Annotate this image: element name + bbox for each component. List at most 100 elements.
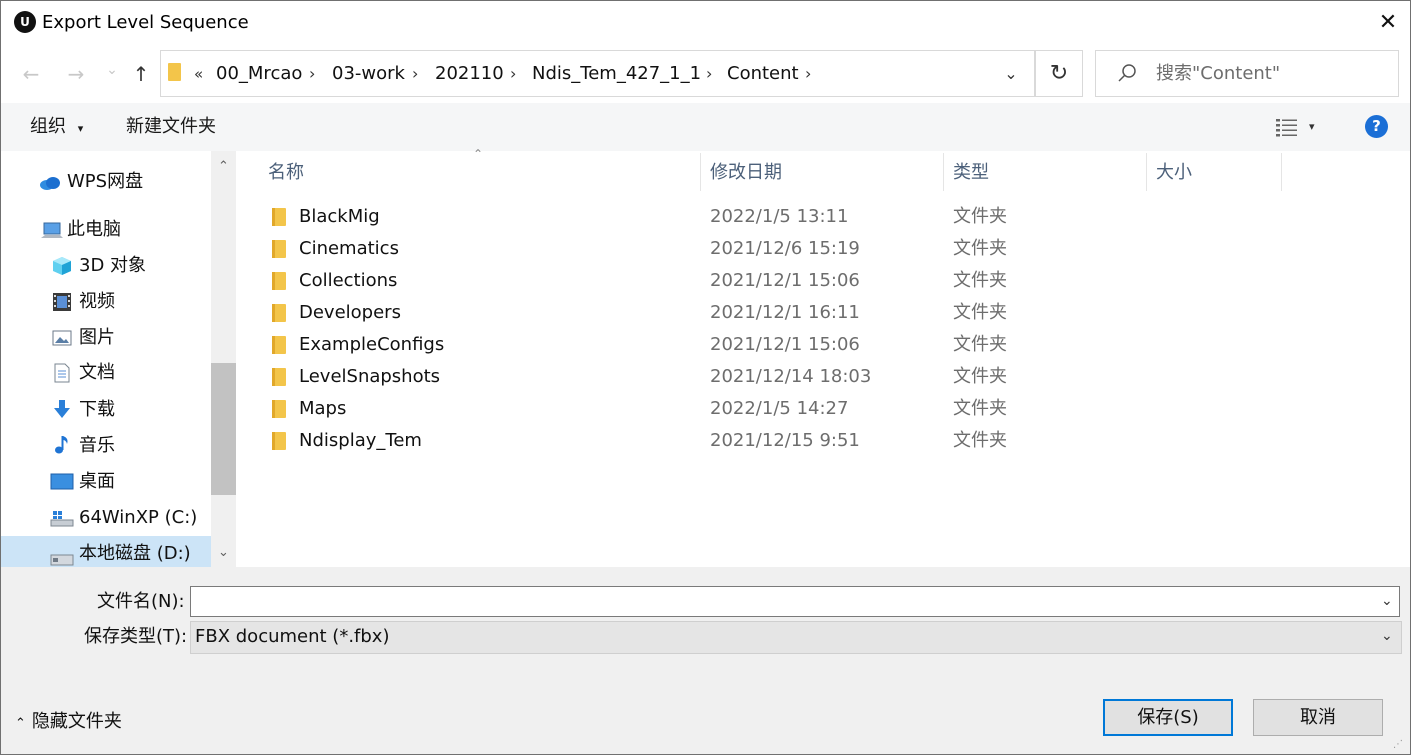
folder-icon (272, 432, 286, 450)
desktop-icon (50, 473, 74, 490)
filename-input[interactable] (190, 586, 1400, 617)
export-dialog: U Export Level Sequence ✕ ← → ⌄ ↑ « 00_M… (0, 0, 1411, 755)
view-details-icon[interactable] (1275, 116, 1299, 138)
chevron-up-icon: ⌃ (15, 716, 26, 731)
unreal-logo-icon: U (14, 11, 36, 33)
sidebar-item-c-drive[interactable]: 64WinXP (C:) (79, 506, 197, 530)
breadcrumb-separator[interactable]: › (309, 62, 315, 86)
close-button[interactable]: ✕ (1371, 7, 1405, 39)
breadcrumb-item[interactable]: Ndis_Tem_427_1_1 (532, 62, 701, 86)
breadcrumb-overflow[interactable]: « (194, 62, 203, 86)
file-type: 文件夹 (953, 366, 1007, 387)
breadcrumb-separator[interactable]: › (412, 62, 418, 86)
folder-icon (272, 208, 286, 226)
file-modified-date: 2021/12/6 15:19 (710, 238, 860, 259)
column-header-name[interactable]: 名称 (268, 161, 304, 185)
file-type: 文件夹 (953, 334, 1007, 355)
column-divider[interactable] (700, 153, 701, 191)
sidebar-item-desktop[interactable]: 桌面 (79, 470, 115, 494)
file-name: Cinematics (299, 238, 399, 259)
breadcrumb-item[interactable]: 03-work (332, 62, 405, 86)
file-modified-date: 2021/12/14 18:03 (710, 366, 872, 387)
pictures-icon (52, 330, 72, 346)
breadcrumb-separator[interactable]: › (510, 62, 516, 86)
folder-icon (272, 272, 286, 290)
sidebar-item-music[interactable]: 音乐 (79, 434, 115, 458)
resize-grip-icon[interactable]: ⋰ (1393, 739, 1403, 750)
sidebar-item-d-drive-label: 本地磁盘 (D:) (79, 543, 191, 564)
folder-icon (272, 368, 286, 386)
cancel-button[interactable]: 取消 (1253, 699, 1383, 736)
organize-button[interactable]: 组织 ▾ (30, 115, 83, 141)
breadcrumb-separator[interactable]: › (805, 62, 811, 86)
filename-dropdown-button[interactable]: ⌄ (1381, 589, 1393, 613)
file-type: 文件夹 (953, 430, 1007, 451)
system-drive-icon (50, 511, 74, 527)
cloud-icon (40, 177, 60, 190)
back-button[interactable]: ← (18, 61, 44, 87)
breadcrumb-item[interactable]: 00_Mrcao (216, 62, 302, 86)
sidebar-item-this-pc[interactable]: 此电脑 (67, 218, 121, 242)
video-icon (53, 293, 71, 311)
sidebar-scrollbar[interactable] (211, 151, 236, 567)
file-modified-date: 2022/1/5 14:27 (710, 398, 849, 419)
column-divider[interactable] (943, 153, 944, 191)
search-icon (1118, 64, 1136, 82)
column-divider[interactable] (1146, 153, 1147, 191)
file-type: 文件夹 (953, 302, 1007, 323)
file-modified-date: 2021/12/1 15:06 (710, 270, 860, 291)
address-dropdown-button[interactable]: ⌄ (999, 61, 1023, 87)
file-type: 文件夹 (953, 270, 1007, 291)
breadcrumb-item[interactable]: 202110 (435, 62, 504, 86)
3d-objects-icon (53, 257, 71, 275)
filename-label: 文件名(N): (97, 591, 185, 612)
sidebar-scrollbar-thumb[interactable] (211, 363, 236, 495)
file-modified-date: 2021/12/15 9:51 (710, 430, 860, 451)
file-type: 文件夹 (953, 206, 1007, 227)
sidebar-item-pictures[interactable]: 图片 (79, 326, 115, 350)
breadcrumb-item[interactable]: Content (727, 62, 799, 86)
sidebar-item-videos[interactable]: 视频 (79, 290, 115, 314)
file-modified-date: 2022/1/5 13:11 (710, 206, 849, 227)
column-header-modified[interactable]: 修改日期 (710, 161, 782, 185)
up-button[interactable]: ↑ (128, 61, 154, 87)
file-name: ExampleConfigs (299, 334, 445, 355)
file-name: Ndisplay_Tem (299, 430, 422, 451)
column-header-size[interactable]: 大小 (1156, 161, 1192, 185)
help-icon[interactable]: ? (1365, 115, 1388, 138)
hide-folders-button[interactable]: ⌃ 隐藏文件夹 (15, 710, 122, 736)
search-placeholder[interactable]: 搜索"Content" (1156, 62, 1280, 86)
file-name: Maps (299, 398, 347, 419)
sidebar-item-documents[interactable]: 文档 (79, 361, 115, 385)
view-dropdown-button[interactable]: ▾ (1309, 115, 1315, 139)
chevron-down-icon: ▾ (77, 122, 84, 135)
new-folder-button[interactable]: 新建文件夹 (126, 115, 216, 139)
filetype-dropdown-button[interactable]: ⌄ (1381, 624, 1393, 648)
navigation-pane (1, 151, 236, 567)
recent-locations-button[interactable]: ⌄ (99, 57, 125, 83)
column-divider[interactable] (1281, 153, 1282, 191)
refresh-button[interactable]: ↻ (1035, 50, 1083, 97)
folder-icon (168, 63, 181, 81)
drive-icon (50, 554, 74, 566)
forward-button[interactable]: → (63, 61, 89, 87)
file-name: Collections (299, 270, 398, 291)
file-name: Developers (299, 302, 401, 323)
breadcrumb-separator[interactable]: › (706, 62, 712, 86)
file-type: 文件夹 (953, 398, 1007, 419)
filetype-value[interactable]: FBX document (*.fbx) (195, 625, 389, 649)
download-icon (54, 400, 70, 418)
column-header-type[interactable]: 类型 (953, 161, 989, 185)
sort-ascending-icon: ⌃ (473, 147, 484, 161)
music-icon (55, 436, 68, 454)
scroll-up-button[interactable]: ⌃ (211, 155, 236, 179)
folder-icon (272, 336, 286, 354)
scroll-down-button[interactable]: ⌄ (211, 541, 236, 565)
window-title: Export Level Sequence (42, 12, 249, 33)
folder-icon (272, 240, 286, 258)
sidebar-item-downloads[interactable]: 下载 (79, 398, 115, 422)
sidebar-item-3d[interactable]: 3D 对象 (79, 254, 146, 278)
save-button[interactable]: 保存(S) (1103, 699, 1233, 736)
file-name: LevelSnapshots (299, 366, 441, 387)
sidebar-item-wps[interactable]: WPS网盘 (67, 170, 143, 194)
